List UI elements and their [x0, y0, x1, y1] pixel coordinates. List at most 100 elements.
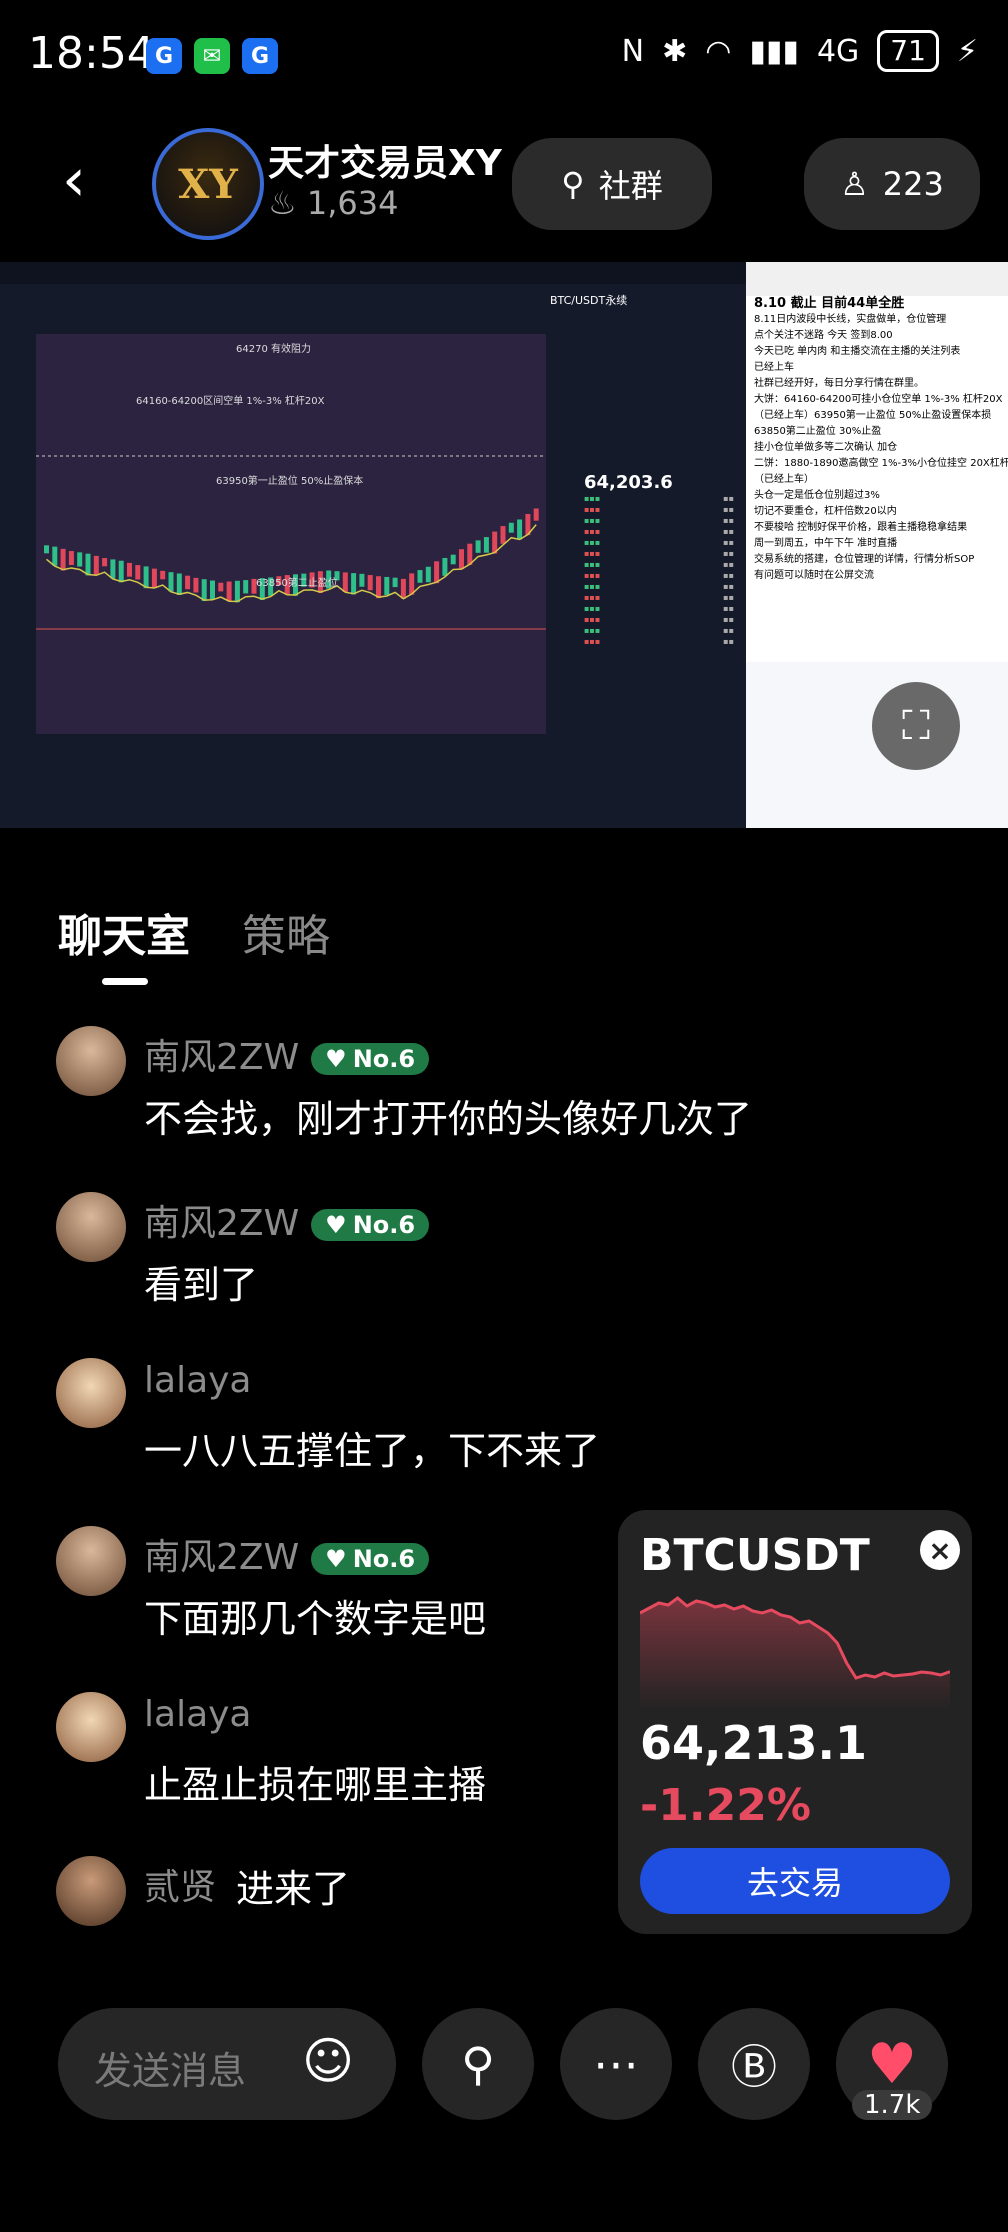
- doc-line: 不要梭哈 控制好保平价格，跟着主播稳稳拿结果: [754, 522, 968, 533]
- doc-line: （已经上车）: [754, 474, 814, 485]
- doc-line: 8.10 截止 目前44单全胜: [754, 296, 905, 311]
- candle: [359, 573, 365, 587]
- doc-line: 社群已经开好，每日分享行情在群里。: [754, 378, 924, 389]
- wifi-icon: ◠: [705, 33, 732, 69]
- candle: [459, 549, 464, 570]
- candle: [400, 578, 406, 599]
- candle: [417, 570, 423, 583]
- orderbook-row: ▪▪▪ ▪▪: [584, 494, 734, 503]
- doc-line: 63850第二止盈位 30%止盈: [754, 426, 882, 437]
- bitcoin-button[interactable]: Ⓑ: [698, 2008, 810, 2120]
- tab-chat[interactable]: 聊天室: [58, 900, 190, 964]
- candle: [52, 546, 58, 566]
- bluetooth-icon: ✱: [662, 33, 688, 69]
- candle: [342, 572, 348, 593]
- candle: [517, 519, 523, 540]
- orderbook-row: ▪▪▪ ▪▪: [584, 538, 734, 547]
- candle: [243, 580, 249, 594]
- candle: [434, 561, 440, 584]
- orderbook-row: ▪▪▪ ▪▪: [584, 516, 734, 525]
- status-bar: 18:54 G ✉ G N ✱ ◠ ▮▮▮ 4G 71 ⚡: [0, 0, 1008, 110]
- close-icon[interactable]: ×: [920, 1530, 960, 1570]
- doc-line: 大饼：64160-64200可挂小仓位空单 1%-3% 杠杆20X: [754, 394, 1003, 405]
- candle: [77, 552, 83, 567]
- room-title: 天才交易员XY: [268, 143, 502, 184]
- candle: [185, 575, 191, 590]
- guest-button[interactable]: ⚲: [422, 2008, 534, 2120]
- user-avatar[interactable]: [56, 1692, 126, 1762]
- doc-line: 今天已吃 单内肉 和主播交流在主播的关注列表: [754, 346, 961, 357]
- viewer-count-button[interactable]: ♙ 223: [804, 138, 980, 230]
- username: lalaya: [144, 1694, 252, 1735]
- candle: [533, 508, 539, 521]
- app-notification-icon: G: [146, 38, 182, 74]
- host-avatar[interactable]: XY: [152, 128, 264, 240]
- community-button[interactable]: ⚲ 社群: [512, 138, 712, 230]
- price-sparkline: [640, 1596, 950, 1710]
- person-minus-icon: ⚲: [461, 2037, 495, 2091]
- candle: [102, 558, 108, 567]
- username: 贰贤: [144, 1867, 217, 1908]
- candle: [93, 555, 99, 575]
- doc-toolbar: [746, 262, 1008, 296]
- chart-toolbar: [0, 262, 746, 284]
- candle: [367, 575, 373, 591]
- orderbook-row: ▪▪▪ ▪▪: [584, 560, 734, 569]
- user-avatar[interactable]: [56, 1192, 126, 1262]
- doc-line: 头仓一定是低仓位别超过3%: [754, 490, 880, 501]
- emoji-icon[interactable]: ☺: [302, 2032, 354, 2090]
- message-text: 进来了: [236, 1867, 351, 1911]
- candle: [226, 581, 232, 601]
- username: 南风2ZW: [144, 1203, 300, 1244]
- doc-line: 周一到周五，中午下午 准时直播: [754, 538, 898, 549]
- orderbook-row: ▪▪▪ ▪▪: [584, 582, 734, 591]
- trade-button[interactable]: 去交易: [640, 1848, 950, 1914]
- level-badge: ♥ No.6: [311, 1543, 430, 1575]
- candle: [60, 548, 66, 571]
- chart-label: 64160-64200区间空单 1%-3% 杠杆20X: [136, 396, 325, 407]
- username: 南风2ZW: [144, 1537, 300, 1578]
- screen-share-view[interactable]: BTC/USDT永续 64270 有效阻力 64160-64200区间空单 1%…: [0, 262, 1008, 828]
- user-avatar[interactable]: [56, 1526, 126, 1596]
- candle: [68, 551, 74, 566]
- network-type: 4G: [816, 33, 860, 69]
- flame-icon: ♨: [268, 184, 297, 222]
- username: lalaya: [144, 1360, 252, 1401]
- candle: [210, 580, 215, 600]
- candlestick-chart: 64270 有效阻力 64160-64200区间空单 1%-3% 杠杆20X 6…: [36, 334, 546, 734]
- message-text: 看到了: [144, 1263, 259, 1307]
- candle: [193, 577, 199, 593]
- message-input[interactable]: 发送消息 ☺: [58, 2008, 396, 2120]
- orderbook-row: ▪▪▪ ▪▪: [584, 615, 734, 624]
- user-avatar[interactable]: [56, 1358, 126, 1428]
- doc-line: 有问题可以随时在公屏交流: [754, 570, 874, 581]
- orderbook-row: ▪▪▪ ▪▪: [584, 527, 734, 536]
- candle: [85, 553, 91, 576]
- wechat-notification-icon: ✉: [194, 38, 230, 74]
- doc-line: 切记不要重仓，杠杆倍数20以内: [754, 506, 897, 517]
- candle: [135, 565, 141, 580]
- app-notification-icon: G: [242, 38, 278, 74]
- heart-icon: ♥: [866, 2031, 918, 2097]
- heart-icon: ♥: [325, 1211, 347, 1239]
- user-avatar[interactable]: [56, 1856, 126, 1926]
- doc-line: 挂小仓位单做多等二次确认 加仓: [754, 442, 898, 453]
- candle: [442, 557, 448, 576]
- candle: [500, 526, 506, 544]
- more-button[interactable]: ⋯: [560, 2008, 672, 2120]
- candle: [168, 572, 174, 592]
- orderbook-row: ▪▪▪ ▪▪: [584, 604, 734, 613]
- candle: [384, 576, 390, 595]
- candle: [234, 580, 240, 603]
- back-button[interactable]: ‹: [62, 150, 86, 210]
- ticker-card[interactable]: BTCUSDT × 64,213.1 -1.22% 去交易: [618, 1510, 972, 1934]
- user-avatar[interactable]: [56, 1026, 126, 1096]
- candle: [376, 576, 381, 599]
- tab-strategy[interactable]: 策略: [242, 900, 330, 964]
- candle: [201, 579, 207, 601]
- doc-line: 已经上车: [754, 362, 794, 373]
- candle: [151, 568, 157, 588]
- message-text: 下面那几个数字是吧: [144, 1597, 487, 1641]
- expand-fullscreen-button[interactable]: ⛶: [872, 682, 960, 770]
- orderbook-row: ▪▪▪ ▪▪: [584, 593, 734, 602]
